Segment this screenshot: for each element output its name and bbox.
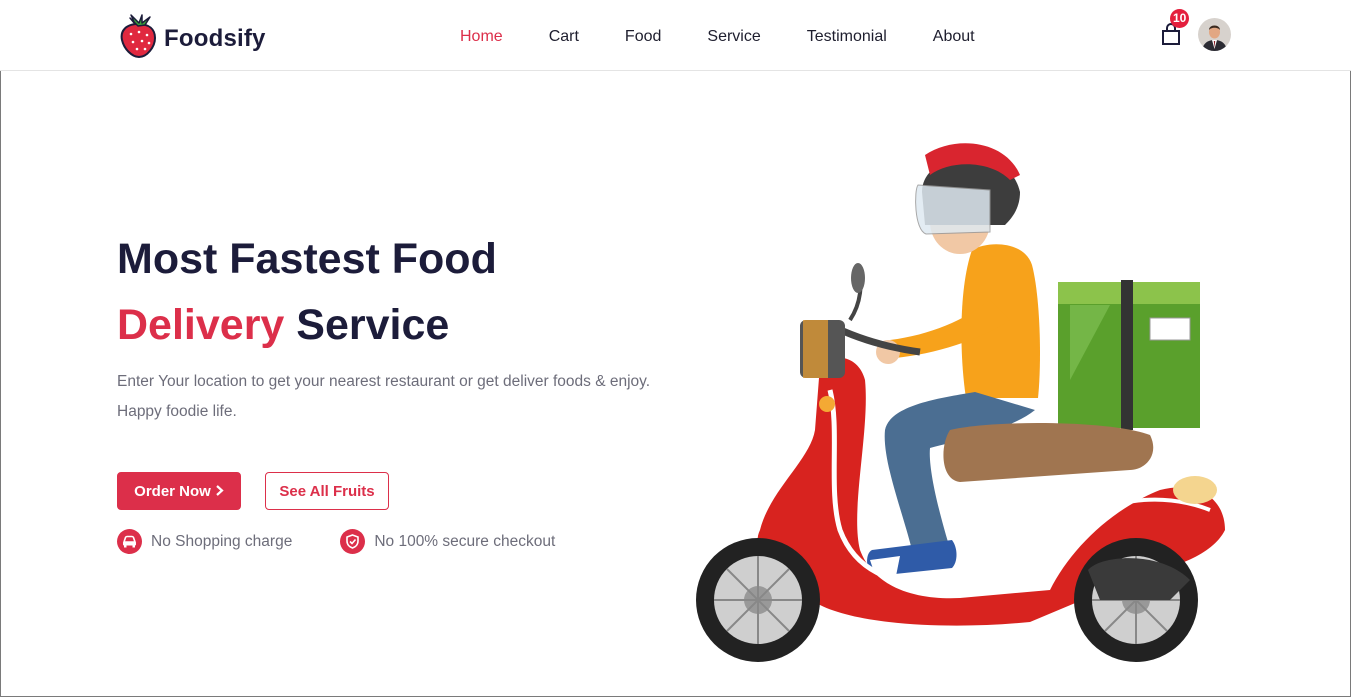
hero-title-line2: Delivery Service xyxy=(117,302,497,348)
nav-about[interactable]: About xyxy=(910,28,998,46)
nav-cart[interactable]: Cart xyxy=(526,28,602,46)
nav-service[interactable]: Service xyxy=(684,28,783,46)
user-avatar-icon xyxy=(1198,18,1231,51)
hero-title: Most Fastest Food Delivery Service xyxy=(117,236,497,349)
feature-item: No 100% secure checkout xyxy=(340,529,555,554)
user-avatar[interactable] xyxy=(1198,18,1231,51)
shopping-bag-icon xyxy=(1160,23,1182,51)
shield-check-icon xyxy=(340,529,366,554)
hero-description: Enter Your location to get your nearest … xyxy=(117,367,657,427)
brand-logo[interactable]: Foodsify xyxy=(118,14,266,63)
nav-food[interactable]: Food xyxy=(602,28,684,46)
hero-title-accent: Delivery xyxy=(117,301,285,350)
chevron-right-icon xyxy=(215,483,224,500)
cart-button[interactable]: 10 xyxy=(1160,9,1190,47)
see-all-fruits-button[interactable]: See All Fruits xyxy=(265,472,389,510)
hero-description-line1: Enter Your location to get your nearest … xyxy=(117,373,651,390)
order-now-button[interactable]: Order Now xyxy=(117,472,241,510)
feature-label: No Shopping charge xyxy=(151,532,293,550)
nav-home[interactable]: Home xyxy=(437,28,526,46)
brand-name: Foodsify xyxy=(164,24,266,52)
site-header: Foodsify Home Cart Food Service Testimon… xyxy=(0,0,1351,71)
feature-list: No Shopping charge No 100% secure checko… xyxy=(117,529,555,554)
feature-item: No Shopping charge xyxy=(117,529,292,554)
main-nav: Home Cart Food Service Testimonial About xyxy=(437,28,998,46)
hero-title-line1: Most Fastest Food xyxy=(117,235,497,283)
hero-description-line2: Happy foodie life. xyxy=(117,403,237,420)
order-now-label: Order Now xyxy=(134,482,211,500)
delivery-scooter-rider-illustration xyxy=(690,130,1235,675)
nav-testimonial[interactable]: Testimonial xyxy=(784,28,910,46)
strawberry-icon xyxy=(118,14,158,63)
car-icon xyxy=(117,529,142,554)
hero-title-rest: Service xyxy=(296,301,450,350)
feature-label: No 100% secure checkout xyxy=(374,532,556,550)
cart-count-badge: 10 xyxy=(1170,9,1190,28)
